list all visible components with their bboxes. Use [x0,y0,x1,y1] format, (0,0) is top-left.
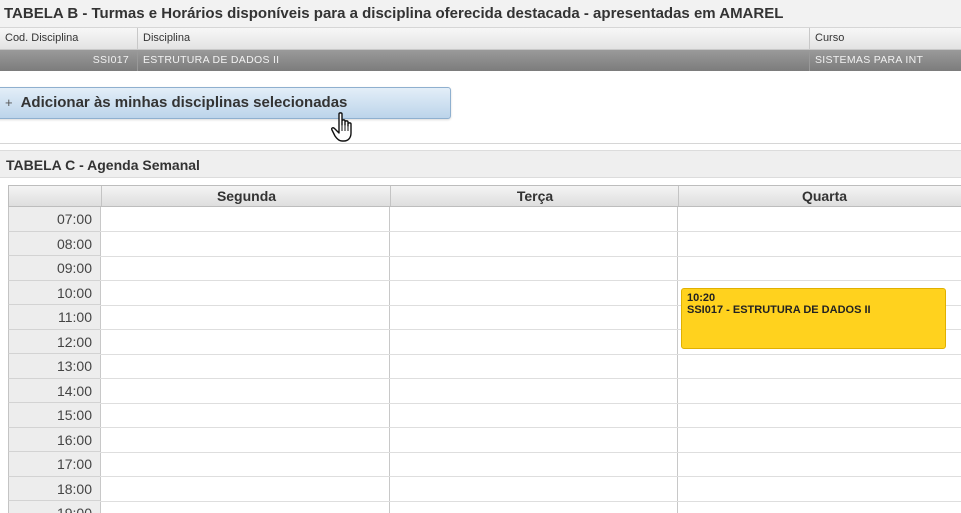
time-slot: 18:00 [8,476,100,501]
time-slot: 08:00 [8,231,100,256]
plus-icon: + [5,95,13,110]
grid-line [100,231,961,232]
time-slot: 07:00 [8,207,100,232]
table-row[interactable]: SSI017 ESTRUTURA DE DADOS II SISTEMAS PA… [0,50,961,71]
grid-line [100,280,961,281]
header-curso[interactable]: Curso [810,28,961,49]
day-header-terca: Terça [390,186,679,206]
cell-disciplina: ESTRUTURA DE DADOS II [138,50,810,71]
section-divider [0,143,961,144]
time-slot: 12:00 [8,329,100,354]
cell-cod-disciplina: SSI017 [0,50,138,71]
agenda-grid [100,207,961,513]
time-slot: 13:00 [8,354,100,379]
grid-line [100,402,961,404]
time-slot: 09:00 [8,256,100,281]
day-column-terca[interactable] [389,207,677,513]
grid-line [100,255,961,257]
time-column: 07:00 08:00 09:00 10:00 11:00 12:00 13:0… [8,207,100,513]
day-header-quarta: Quarta [678,186,961,206]
day-header-segunda: Segunda [101,186,391,206]
add-to-selected-button[interactable]: + Adicionar às minhas disciplinas selecio… [0,87,451,119]
event-time: 10:20 [687,292,716,304]
table-b-header: Cod. Disciplina Disciplina Curso [0,28,961,50]
grid-line [100,476,961,477]
time-slot: 15:00 [8,403,100,428]
cell-curso: SISTEMAS PARA INT [815,54,924,66]
grid-line [100,353,961,355]
hand-cursor-icon [331,112,352,142]
table-c-title: TABELA C - Agenda Semanal [0,150,961,178]
agenda-header: Segunda Terça Quarta [8,185,961,207]
time-slot: 11:00 [8,305,100,330]
calendar-event[interactable]: 10:20 SSI017 - ESTRUTURA DE DADOS II [681,288,946,349]
table-b-title: TABELA B - Turmas e Horários disponíveis… [0,0,961,28]
time-slot: 19:00 [8,501,100,513]
header-cod-disciplina[interactable]: Cod. Disciplina [0,28,138,49]
weekly-agenda: Segunda Terça Quarta 07:00 08:00 09:00 1… [8,185,961,513]
time-slot: 14:00 [8,378,100,403]
add-button-label: Adicionar às minhas disciplinas selecion… [20,94,348,111]
grid-line [100,378,961,379]
event-title: SSI017 - ESTRUTURA DE DADOS II [687,304,871,316]
grid-line [100,451,961,453]
day-column-segunda[interactable] [100,207,389,513]
time-slot: 16:00 [8,427,100,452]
day-column-quarta[interactable] [677,207,961,513]
time-slot: 17:00 [8,452,100,477]
grid-line [100,427,961,428]
header-disciplina[interactable]: Disciplina [138,28,810,49]
time-slot: 10:00 [8,280,100,305]
grid-line [100,500,961,502]
